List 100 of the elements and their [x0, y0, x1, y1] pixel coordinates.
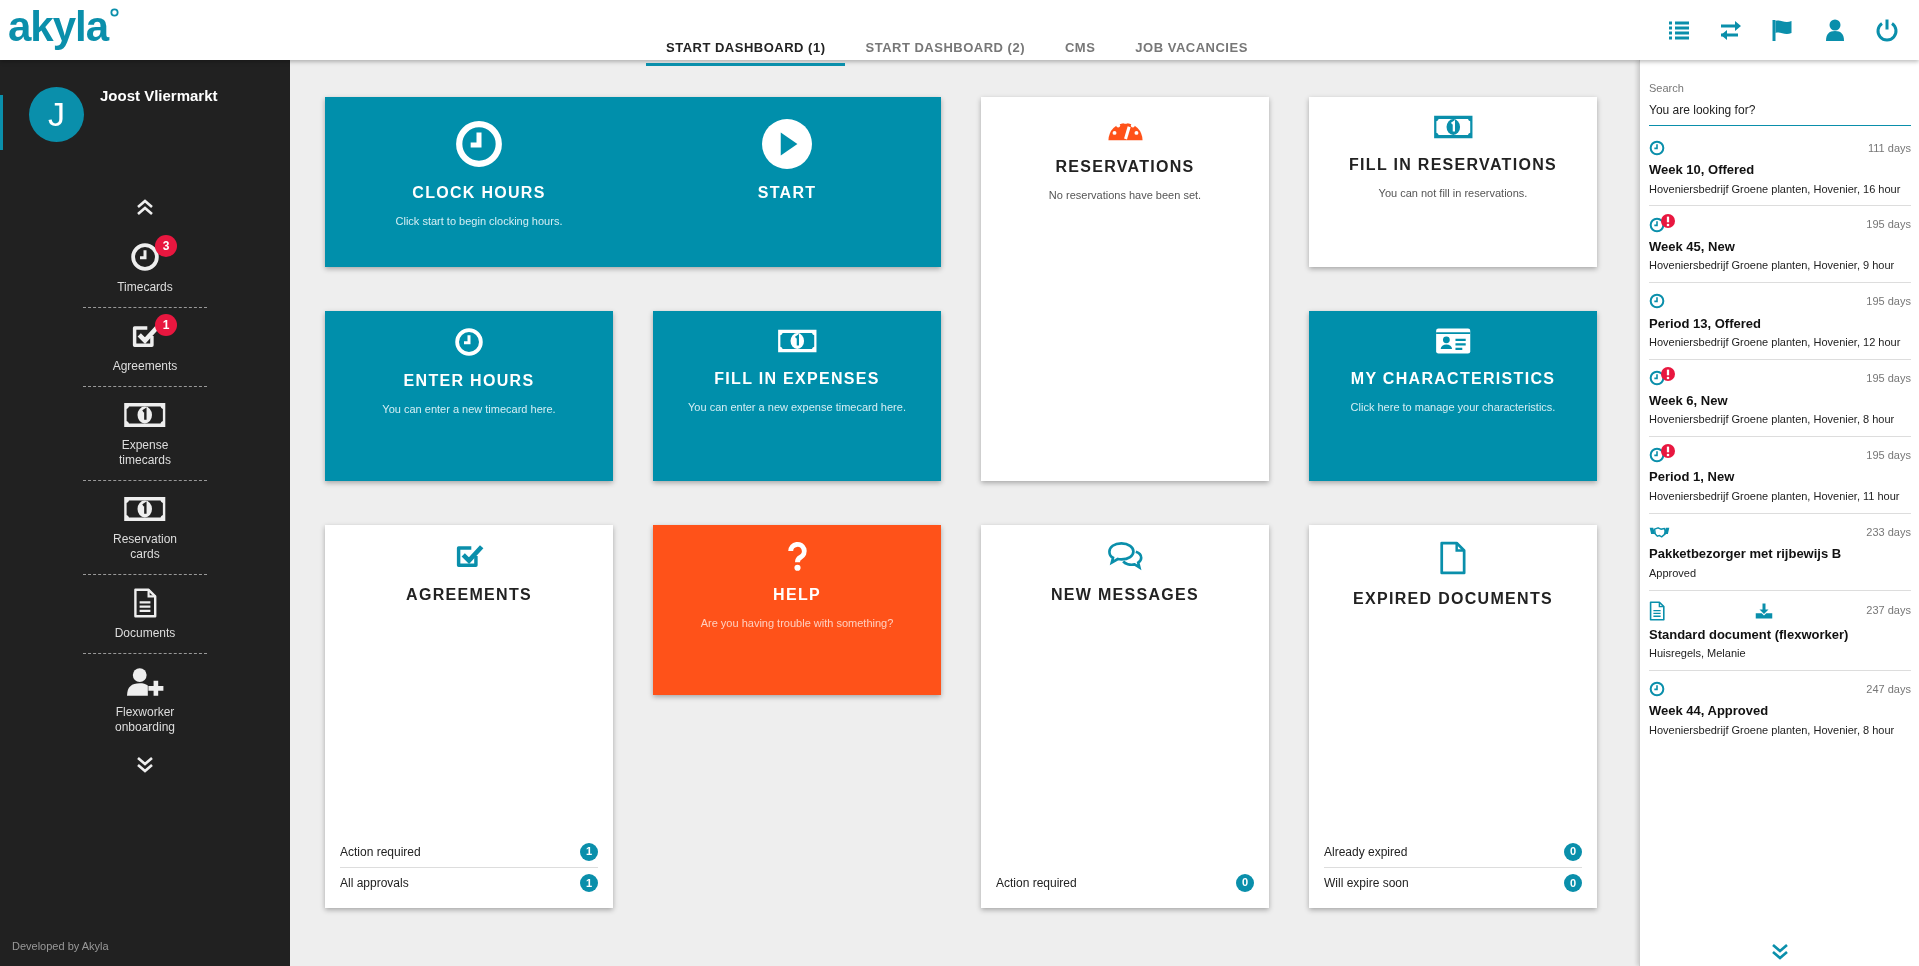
clock-icon	[1649, 447, 1665, 464]
item-title: Period 13, Offered	[1649, 314, 1762, 333]
age-text: 195 days	[1866, 447, 1911, 463]
sidebar-item[interactable]: Timecards 3	[83, 229, 207, 307]
age-text: 237 days	[1866, 603, 1911, 619]
sidebar-label: Flexworker onboarding	[113, 705, 177, 735]
clock-icon	[454, 327, 484, 357]
item-title: Standard document (flexworker)	[1649, 625, 1850, 644]
user-icon[interactable]	[1823, 18, 1847, 42]
dashboard-tile[interactable]: EXPIRED DOCUMENTS Already expired 0 Will expire soon 0	[1309, 525, 1597, 908]
feed-item[interactable]: 237 days Standard document (flexworker) Huisregels, Melanie	[1649, 590, 1911, 671]
count-badge: 1	[580, 874, 598, 892]
count-badge: 1	[580, 842, 598, 861]
item-title: Week 10, Offered	[1649, 161, 1756, 179]
swap-icon[interactable]	[1719, 18, 1743, 42]
tile-subtitle: You can enter a new timecard here.	[382, 402, 556, 417]
banknote-icon	[123, 400, 167, 430]
sidebar-label: Documents	[114, 626, 176, 641]
sidebar-item[interactable]: Documents	[83, 575, 207, 653]
dashboard-tile[interactable]: CLOCK HOURS Click start to begin clocking hours. START	[325, 97, 941, 267]
tile-title: MY CHARACTERISTICS	[1350, 369, 1556, 389]
dashboard-tile[interactable]: MY CHARACTERISTICS Click here to manage your characteristics.	[1309, 311, 1597, 481]
feed-item[interactable]: 195 days Period 1, New Hoveniersbedrijf Groene planten, Hovenier, 11 hour	[1649, 436, 1911, 514]
tile-title: FILL IN EXPENSES	[714, 369, 880, 389]
document-icon	[1649, 600, 1665, 621]
tile-subtitle: Click here to manage your characteristics.	[1350, 400, 1556, 415]
dashboard-tile[interactable]: FILL IN RESERVATIONS You can not fill in reservations.	[1309, 97, 1597, 267]
handshake-icon	[1649, 524, 1670, 539]
stat-label: All approvals	[340, 875, 409, 892]
sidebar-item[interactable]: Reservation cards	[83, 481, 207, 574]
power-icon[interactable]	[1875, 18, 1899, 42]
tile-title: AGREEMENTS	[406, 585, 532, 605]
dashboard-tile[interactable]: NEW MESSAGES Action required 0	[981, 525, 1269, 908]
count-badge: 0	[1564, 842, 1582, 861]
footer-text: Developed by Akyla	[12, 938, 109, 954]
tile-title: RESERVATIONS	[1055, 157, 1195, 177]
feed-item[interactable]: 195 days Period 13, Offered Hoveniersbedrijf Groene planten, Hovenier, 12 hour	[1649, 283, 1911, 361]
tile-title: FILL IN RESERVATIONS	[1349, 155, 1557, 175]
tile-subtitle: You can not fill in reservations.	[1378, 186, 1528, 201]
age-text: 195 days	[1866, 217, 1911, 233]
download-icon	[1755, 601, 1773, 620]
stat-label: Action required	[340, 843, 421, 861]
clock-icon	[454, 119, 504, 169]
age-text: 111 days	[1868, 140, 1911, 156]
count-badge: 0	[1564, 874, 1582, 892]
scroll-up-button[interactable]	[135, 197, 155, 217]
clock-icon	[1649, 293, 1665, 310]
item-detail: Hoveniersbedrijf Groene planten, Hovenier, 16 hour	[1649, 181, 1902, 197]
item-detail: Hoveniersbedrijf Groene planten, Hovenier, 12 hour	[1649, 335, 1902, 351]
tile-subtitle: Are you having trouble with something?	[700, 616, 894, 631]
clock-icon	[130, 242, 160, 272]
tab[interactable]: START DASHBOARD (1)	[646, 34, 846, 66]
sidebar-label: Timecards	[117, 280, 173, 295]
dashboard-tile[interactable]: FILL IN EXPENSES You can enter a new expense timecard here.	[653, 311, 941, 481]
tab[interactable]: JOB VACANCIES	[1115, 34, 1268, 66]
feed-item[interactable]: 111 days Week 10, Offered Hoveniersbedrijf Groene planten, Hovenier, 16 hour	[1649, 129, 1911, 207]
stat-label: Will expire soon	[1324, 875, 1409, 892]
tab[interactable]: CMS	[1044, 34, 1116, 66]
tile-title: HELP	[773, 585, 821, 605]
sidebar-label: Agreements	[112, 359, 178, 374]
scroll-down-button[interactable]	[135, 755, 155, 775]
count-badge: 1	[155, 314, 177, 336]
dashboard-tile[interactable]: ENTER HOURS You can enter a new timecard here.	[325, 311, 613, 481]
clock-icon	[1649, 216, 1665, 233]
sidebar-item[interactable]: Agreements 1	[83, 308, 207, 386]
sidebar-label: Expense timecards	[118, 438, 172, 468]
sidebar-item[interactable]: Flexworker onboarding	[83, 654, 207, 747]
clock-icon	[1649, 370, 1665, 387]
tile-title: EXPIRED DOCUMENTS	[1353, 589, 1553, 609]
item-title: Week 6, New	[1649, 391, 1729, 410]
item-detail: Hoveniersbedrijf Groene planten, Hovenier, 9 hour	[1649, 258, 1896, 274]
feed-item[interactable]: 233 days Pakketbezorger met rijbewijs B Approved	[1649, 513, 1911, 591]
item-detail: Hoveniersbedrijf Groene planten, Hovenier, 8 hour	[1649, 722, 1896, 738]
question-mark-icon	[786, 541, 808, 571]
age-text: 195 days	[1866, 294, 1911, 310]
banknote-icon	[123, 494, 167, 524]
age-text: 233 days	[1866, 524, 1911, 540]
avatar[interactable]: J	[29, 87, 84, 142]
tab[interactable]: START DASHBOARD (2)	[845, 34, 1045, 66]
age-text: 195 days	[1866, 371, 1911, 387]
play-icon	[762, 119, 812, 169]
item-detail: Hoveniersbedrijf Groene planten, Hovenier, 8 hour	[1649, 412, 1896, 427]
count-badge: 3	[155, 235, 177, 257]
feed-item[interactable]: 195 days Week 45, New Hoveniersbedrijf Groene planten, Hovenier, 9 hour	[1649, 206, 1911, 284]
document-icon	[1439, 541, 1467, 575]
search-label: Search	[1649, 81, 1685, 96]
item-detail: Huisregels, Melanie	[1649, 646, 1747, 661]
user-plus-icon	[125, 667, 165, 697]
sidebar-item[interactable]: Expense timecards	[83, 387, 207, 480]
dashboard-tile[interactable]: AGREEMENTS Action required 1 All approvals 1	[325, 525, 613, 908]
item-detail: Hoveniersbedrijf Groene planten, Hovenier, 11 hour	[1649, 488, 1901, 504]
item-title: Period 1, New	[1649, 468, 1736, 487]
item-title: Week 44, Approved	[1649, 702, 1770, 721]
flag-icon[interactable]	[1771, 18, 1795, 42]
dashboard-tile[interactable]: RESERVATIONS No reservations have been set.	[981, 97, 1269, 481]
list-icon[interactable]	[1667, 18, 1691, 42]
tile-title: NEW MESSAGES	[1050, 585, 1200, 605]
feed-item[interactable]: 247 days Week 44, Approved Hoveniersbedrijf Groene planten, Hovenier, 8 hour	[1649, 670, 1911, 747]
item-detail: Approved	[1649, 565, 1698, 581]
feed-item[interactable]: 195 days Week 6, New Hoveniersbedrijf Groene planten, Hovenier, 8 hour	[1649, 360, 1911, 437]
